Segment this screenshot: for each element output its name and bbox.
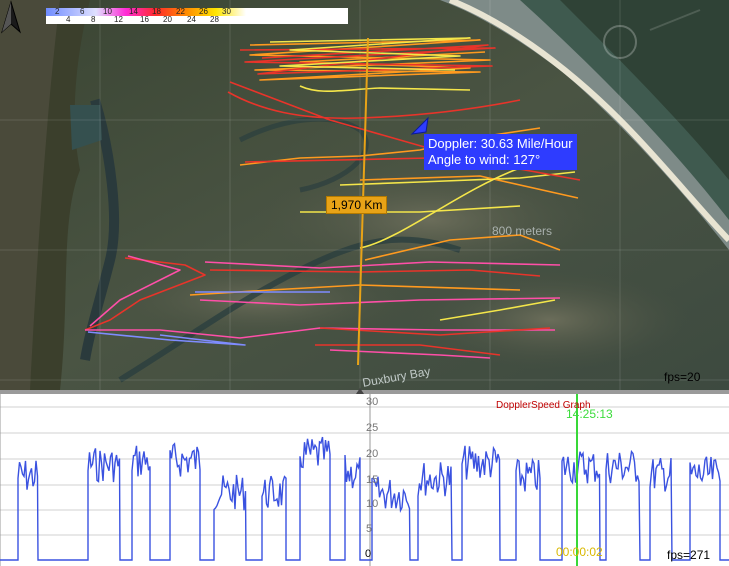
legend-label: 4	[66, 15, 71, 24]
graph-fps-readout: fps=271	[667, 548, 711, 562]
legend-label: 14	[129, 7, 138, 16]
scale-label: 800 meters	[492, 224, 553, 238]
legend-label: 16	[140, 15, 149, 24]
speed-tooltip: Doppler: 30.63 Mile/Hour Angle to wind: …	[424, 134, 577, 170]
y-tick-label: 15	[366, 474, 379, 486]
north-arrow-icon	[1, 0, 21, 34]
legend-label: 18	[152, 7, 161, 16]
legend-label: 12	[114, 15, 123, 24]
doppler-speed-graph[interactable]: 30 25 20 15 10 5 DopplerSpeed Graph 14:2…	[0, 394, 729, 566]
speed-trace	[0, 436, 729, 561]
cursor-time: 14:25:13	[566, 407, 613, 421]
legend-label: 28	[210, 15, 219, 24]
legend-label: 6	[80, 7, 85, 16]
legend-label: 2	[55, 7, 60, 16]
legend-label: 30	[222, 7, 231, 16]
legend-label: 24	[187, 15, 196, 24]
speed-legend: 2 6 10 14 18 22 26 30 4 8 12 16 20 24 28	[46, 8, 348, 24]
legend-label: 26	[199, 7, 208, 16]
legend-label: 20	[163, 15, 172, 24]
map-fps-readout: fps=20	[664, 370, 701, 384]
map-view[interactable]: 2 6 10 14 18 22 26 30 4 8 12 16 20 24 28…	[0, 0, 729, 390]
tooltip-speed: Doppler: 30.63 Mile/Hour	[428, 136, 573, 151]
graph-zero-label: 0	[365, 548, 372, 560]
legend-label: 10	[103, 7, 112, 16]
y-tick-label: 20	[366, 448, 379, 460]
legend-label: 22	[176, 7, 185, 16]
start-time: 00:00:02	[556, 545, 603, 559]
y-tick-label: 30	[366, 396, 379, 408]
distance-label: 1,970 Km	[326, 196, 388, 214]
y-tick-label: 10	[366, 498, 379, 510]
y-tick-label: 5	[366, 523, 373, 535]
y-tick-label: 25	[366, 422, 379, 434]
legend-label: 8	[91, 15, 96, 24]
tooltip-angle: Angle to wind: 127°	[428, 152, 541, 167]
map-canvas	[0, 0, 729, 390]
graph-canvas	[0, 394, 729, 566]
